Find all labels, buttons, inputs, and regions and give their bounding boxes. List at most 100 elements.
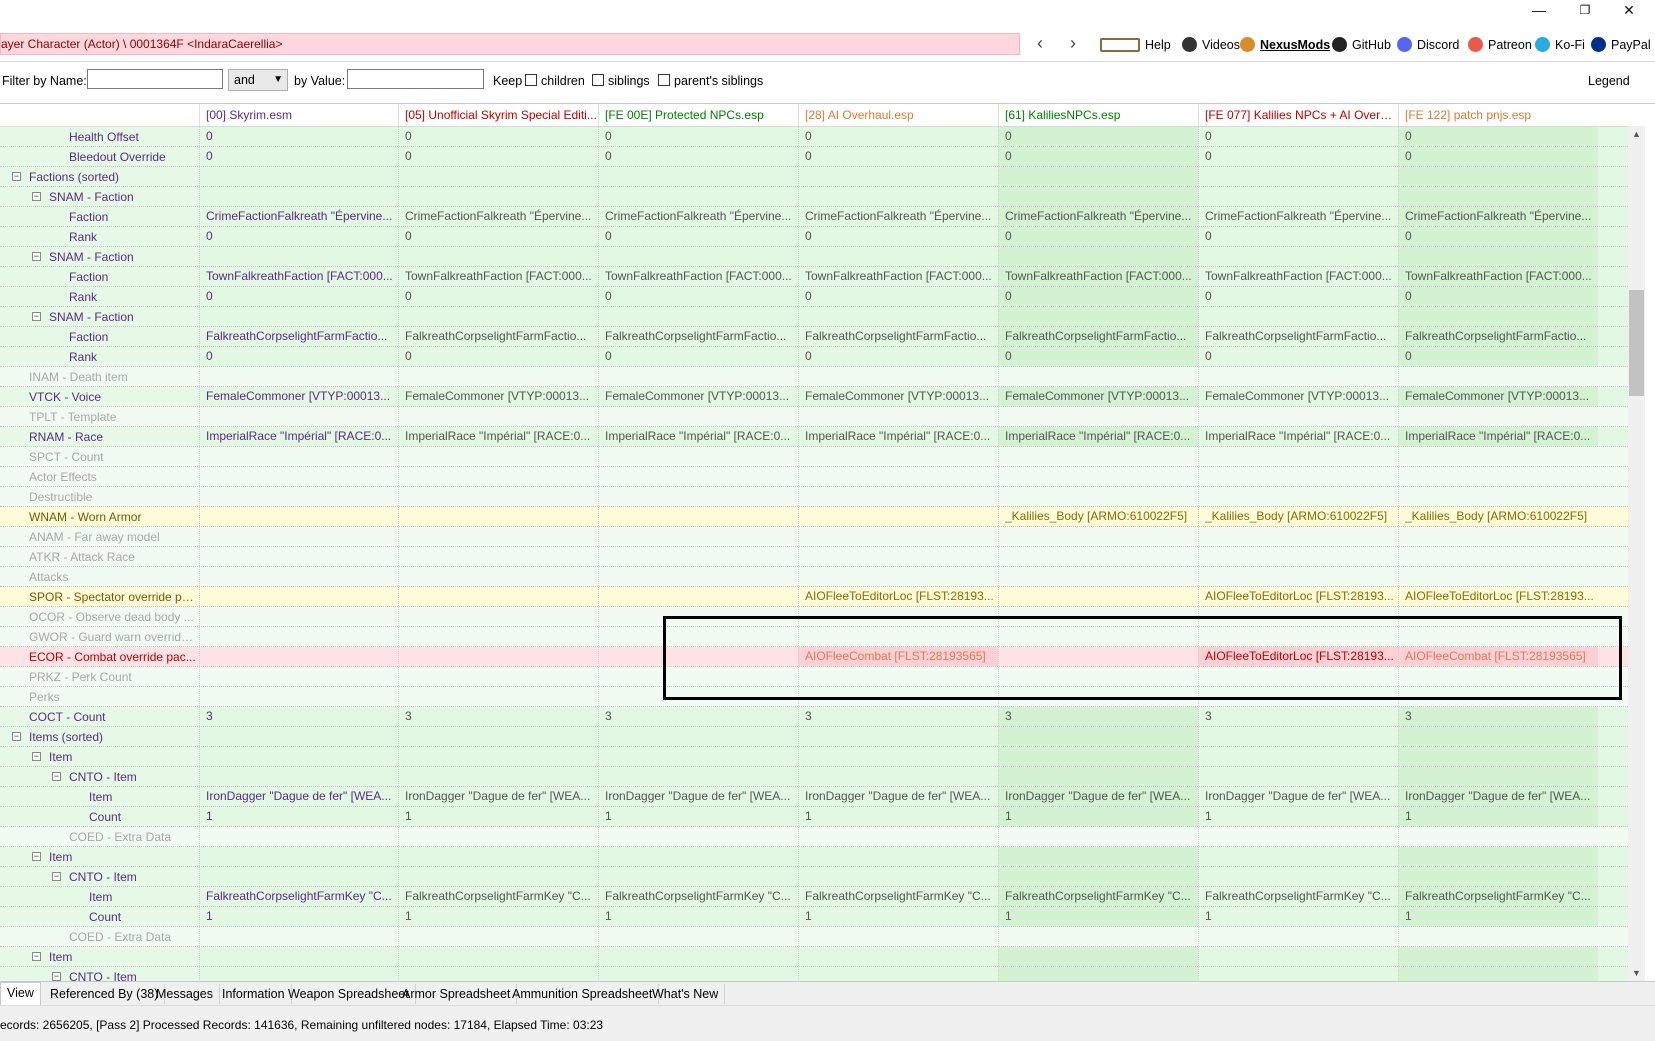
grid-row[interactable]: Faction FalkreathCorpselightFarmFactio...… <box>0 327 1628 347</box>
grid-row[interactable]: Perks <box>0 687 1628 707</box>
collapse-icon[interactable]: − <box>32 852 41 861</box>
value-cell[interactable]: 1 <box>798 907 998 926</box>
value-cell[interactable]: 0 <box>199 287 399 306</box>
grid-row[interactable]: Count 1 1 1 1 1 1 1 <box>0 907 1628 927</box>
value-cell[interactable]: TownFalkreathFaction [FACT:000... <box>199 267 399 286</box>
value-cell[interactable]: FemaleCommoner [VTYP:00013... <box>199 387 399 406</box>
value-cell[interactable]: CrimeFactionFalkreath "Épervine... <box>598 207 798 226</box>
value-cell[interactable] <box>798 927 998 946</box>
value-cell[interactable] <box>1198 667 1398 686</box>
collapse-icon[interactable]: − <box>52 772 61 781</box>
value-cell[interactable]: 0 <box>1198 147 1398 166</box>
value-cell[interactable] <box>199 187 399 206</box>
value-cell[interactable] <box>798 467 998 486</box>
value-cell[interactable] <box>398 767 598 786</box>
value-cell[interactable] <box>398 627 598 646</box>
value-cell[interactable] <box>598 667 798 686</box>
value-cell[interactable]: 0 <box>1398 287 1598 306</box>
value-cell[interactable] <box>1398 867 1598 886</box>
filter-name-input[interactable] <box>87 69 223 89</box>
value-cell[interactable] <box>199 867 399 886</box>
value-cell[interactable] <box>199 767 399 786</box>
value-cell[interactable]: CrimeFactionFalkreath "Épervine... <box>199 207 399 226</box>
value-cell[interactable] <box>798 487 998 506</box>
value-cell[interactable] <box>598 727 798 746</box>
value-cell[interactable] <box>598 967 798 981</box>
value-cell[interactable] <box>199 747 399 766</box>
value-cell[interactable] <box>798 407 998 426</box>
value-cell[interactable]: FalkreathCorpselightFarmFactio... <box>798 327 998 346</box>
value-cell[interactable]: IronDagger "Dague de fer" [WEA... <box>598 787 798 806</box>
tab-referenced-by-38[interactable]: Referenced By (38) <box>44 984 166 1004</box>
collapse-icon[interactable]: − <box>32 192 41 201</box>
value-cell[interactable] <box>199 587 399 606</box>
minimize-button[interactable]: — <box>1516 0 1562 22</box>
value-cell[interactable]: AIOFleeToEditorLoc [FLST:28193... <box>1198 587 1398 606</box>
value-cell[interactable] <box>598 547 798 566</box>
grid-row[interactable]: Destructible <box>0 487 1628 507</box>
value-cell[interactable]: 3 <box>598 707 798 726</box>
value-cell[interactable] <box>1398 167 1598 186</box>
value-cell[interactable]: 0 <box>398 287 598 306</box>
grid-row[interactable]: Item FalkreathCorpselightFarmKey "C... Fal… <box>0 887 1628 907</box>
value-cell[interactable]: 0 <box>1398 127 1598 146</box>
value-cell[interactable] <box>1198 307 1398 326</box>
value-cell[interactable] <box>1198 527 1398 546</box>
value-cell[interactable]: ImperialRace "Impérial" [RACE:0... <box>1398 427 1598 446</box>
value-cell[interactable]: 1 <box>598 807 798 826</box>
value-cell[interactable] <box>1398 667 1598 686</box>
value-cell[interactable]: 0 <box>1398 347 1598 366</box>
vertical-scrollbar[interactable]: ▲ ▼ <box>1628 126 1645 981</box>
value-cell[interactable]: 0 <box>798 287 998 306</box>
value-cell[interactable] <box>199 847 399 866</box>
value-cell[interactable] <box>998 527 1198 546</box>
value-cell[interactable]: ImperialRace "Impérial" [RACE:0... <box>798 427 998 446</box>
value-cell[interactable]: 0 <box>199 127 399 146</box>
legend-button[interactable]: Legend <box>1588 74 1630 88</box>
column-header[interactable]: [61] KaliliesNPCs.esp <box>998 104 1198 126</box>
link-videos[interactable]: Videos <box>1182 35 1240 55</box>
value-cell[interactable] <box>998 407 1198 426</box>
value-cell[interactable] <box>598 187 798 206</box>
value-cell[interactable]: 0 <box>998 127 1198 146</box>
value-cell[interactable] <box>1198 827 1398 846</box>
value-cell[interactable] <box>998 187 1198 206</box>
value-cell[interactable]: 0 <box>199 347 399 366</box>
value-cell[interactable] <box>199 507 399 526</box>
value-cell[interactable]: 0 <box>398 147 598 166</box>
value-cell[interactable] <box>398 407 598 426</box>
value-cell[interactable]: FemaleCommoner [VTYP:00013... <box>1198 387 1398 406</box>
grid-row[interactable]: Faction CrimeFactionFalkreath "Épervine..… <box>0 207 1628 227</box>
value-cell[interactable] <box>398 507 598 526</box>
value-cell[interactable] <box>1198 767 1398 786</box>
collapse-icon[interactable]: − <box>32 312 41 321</box>
value-cell[interactable] <box>998 627 1198 646</box>
value-cell[interactable] <box>199 627 399 646</box>
operator-select[interactable]: and ▼ <box>228 69 288 91</box>
value-cell[interactable] <box>1198 367 1398 386</box>
value-cell[interactable]: _Kalilies_Body [ARMO:610022F5] <box>1398 507 1598 526</box>
value-cell[interactable] <box>199 647 399 666</box>
value-cell[interactable]: 0 <box>598 127 798 146</box>
value-cell[interactable]: ImperialRace "Impérial" [RACE:0... <box>1198 427 1398 446</box>
value-cell[interactable]: AIOFleeCombat [FLST:28193565] <box>798 647 998 666</box>
value-cell[interactable] <box>398 587 598 606</box>
back-button[interactable]: ‹ <box>1029 33 1051 55</box>
value-cell[interactable] <box>1198 247 1398 266</box>
value-cell[interactable] <box>1198 547 1398 566</box>
value-cell[interactable] <box>998 487 1198 506</box>
value-cell[interactable] <box>598 607 798 626</box>
column-header[interactable]: [FE 077] Kalilies NPCs + AI Overha... <box>1198 104 1398 126</box>
grid-row[interactable]: − Item <box>0 847 1628 867</box>
value-cell[interactable] <box>598 407 798 426</box>
value-cell[interactable] <box>199 727 399 746</box>
value-cell[interactable] <box>1398 367 1598 386</box>
parents-siblings-checkbox[interactable] <box>658 74 670 86</box>
value-cell[interactable] <box>398 827 598 846</box>
collapse-icon[interactable]: − <box>32 252 41 261</box>
value-cell[interactable] <box>199 947 399 966</box>
value-cell[interactable]: TownFalkreathFaction [FACT:000... <box>998 267 1198 286</box>
grid-row[interactable]: VTCK - Voice FemaleCommoner [VTYP:00013..… <box>0 387 1628 407</box>
value-cell[interactable] <box>998 687 1198 706</box>
column-header[interactable]: [05] Unofficial Skyrim Special Editi... <box>398 104 598 126</box>
